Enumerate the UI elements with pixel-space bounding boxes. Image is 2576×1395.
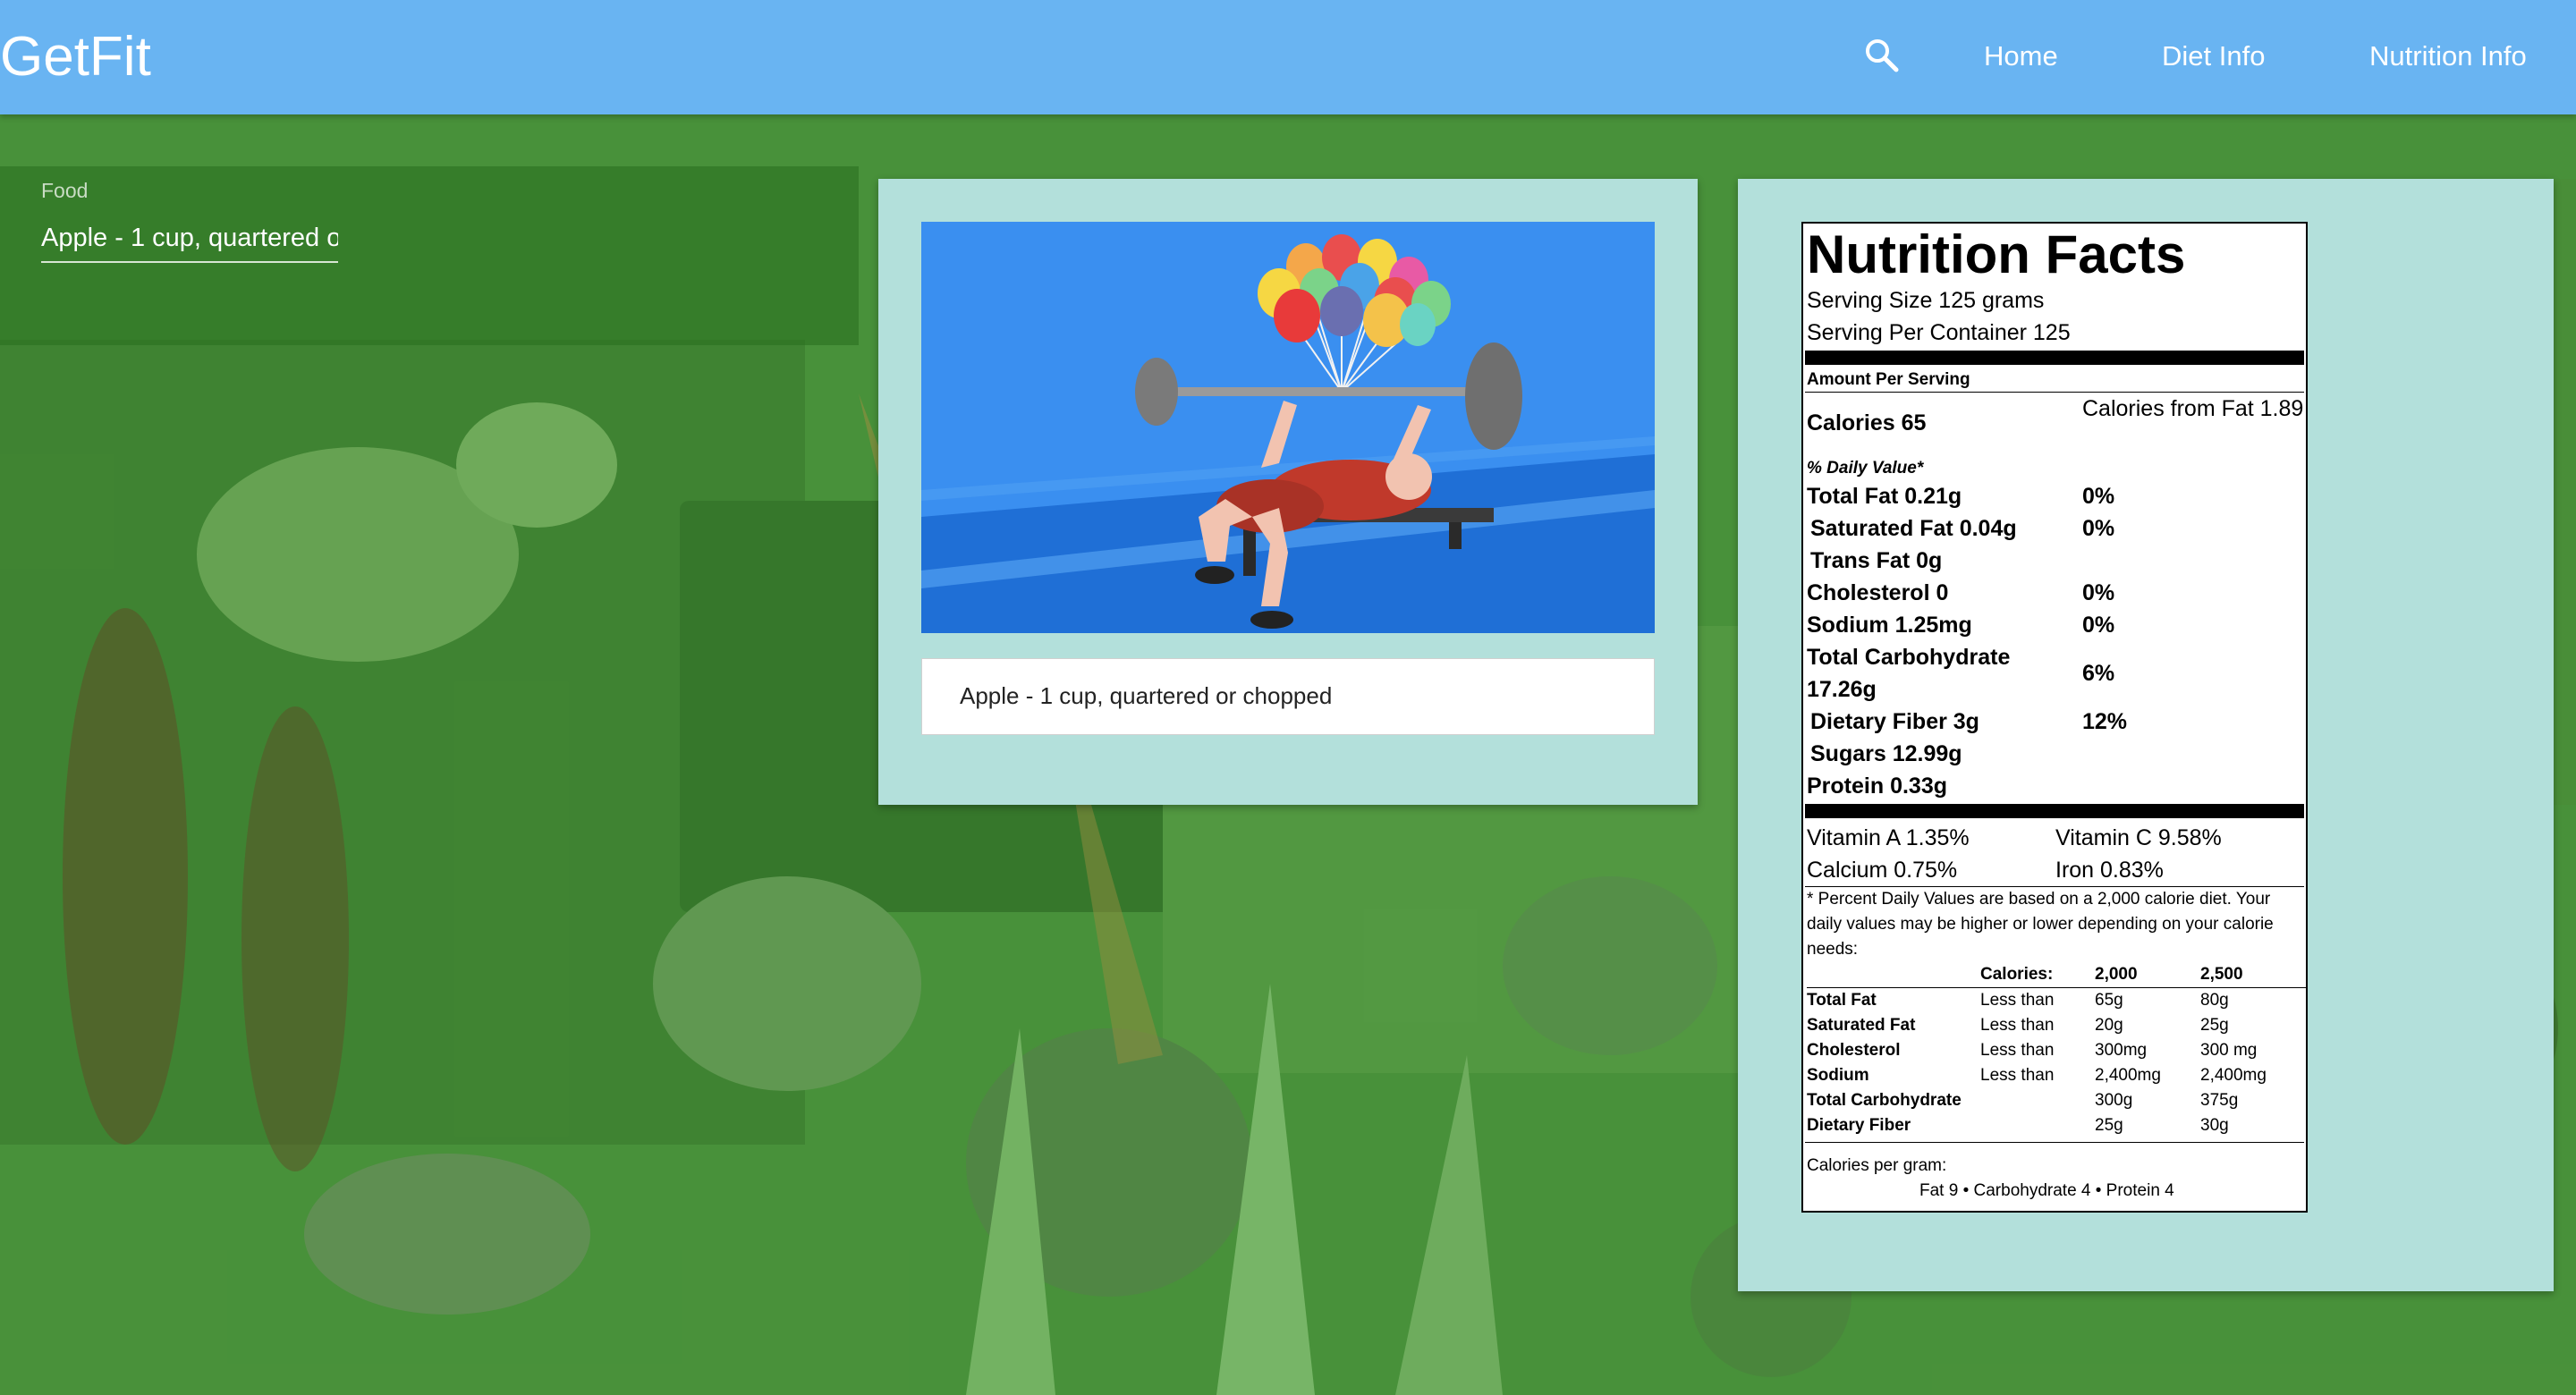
table-cell: Less than [1980, 1066, 2055, 1085]
nutrition-facts-label: Nutrition Facts Serving Size 125 grams S… [1801, 222, 2308, 1213]
divider-thick [1805, 351, 2304, 365]
nutrient-daily-value: 0% [2082, 516, 2115, 541]
food-caption-box: Apple - 1 cup, quartered or chopped [921, 658, 1655, 735]
divider-thin [1805, 1142, 2304, 1143]
table-row: Sodium Less than 2,400mg 2,400mg [1807, 1063, 2308, 1088]
vitamin-a: Vitamin A 1.35% [1807, 825, 1970, 850]
table-row: Total Carbohydrate 300g 375g [1807, 1088, 2308, 1113]
daily-value-footnote: * Percent Daily Values are based on a 2,… [1807, 890, 2274, 959]
nutrient-name: Cholesterol 0 [1807, 580, 1949, 605]
divider-thick [1805, 804, 2304, 818]
table-header-cell: 2,500 [2200, 962, 2308, 988]
vitamins-section: Vitamin A 1.35% Vitamin C 9.58% Calcium … [1805, 822, 2304, 886]
search-icon[interactable] [1862, 36, 1902, 75]
nutrient-name: Sugars 12.99g [1810, 741, 1962, 766]
nutrient-name: Sodium 1.25mg [1807, 613, 1972, 638]
nutrient-daily-value: 0% [2082, 613, 2115, 638]
table-cell: 25g [2095, 1116, 2123, 1135]
table-cell: Saturated Fat [1807, 1016, 1916, 1035]
table-cell: Dietary Fiber [1807, 1116, 1911, 1135]
nav-link-home[interactable]: Home [1984, 36, 2058, 77]
nutrient-row: Sugars 12.99g [1805, 738, 2304, 770]
table-cell: 2,400mg [2095, 1066, 2161, 1085]
food-search-panel: Food [0, 166, 859, 345]
nutrient-row: Sodium 1.25mg 0% [1805, 609, 2304, 641]
vitamin-c: Vitamin C 9.58% [2055, 825, 2222, 850]
daily-value-header: % Daily Value* [1807, 459, 1924, 478]
table-cell: 30g [2200, 1116, 2229, 1135]
serving-size: Serving Size 125 grams [1807, 288, 2045, 313]
table-cell: 300g [2095, 1091, 2133, 1110]
table-cell: Less than [1980, 1016, 2055, 1035]
table-cell: 25g [2200, 1016, 2229, 1035]
nutrient-name: Total Fat 0.21g [1807, 484, 1962, 509]
calcium: Calcium 0.75% [1807, 858, 1958, 883]
daily-values-table: Calories: 2,000 2,500 Total Fat Less tha… [1807, 962, 2308, 1138]
nutrient-name: Protein 0.33g [1807, 774, 1947, 799]
table-cell: Cholesterol [1807, 1041, 1901, 1060]
table-cell: 20g [2095, 1016, 2123, 1035]
table-row: Total Fat Less than 65g 80g [1807, 988, 2308, 1014]
nutrient-name: Dietary Fiber 3g [1810, 709, 1979, 734]
table-cell: Total Carbohydrate [1807, 1091, 1962, 1110]
brand-logo[interactable]: GetFit [0, 21, 151, 93]
table-cell: Less than [1980, 991, 2055, 1010]
nutrient-daily-value: 12% [2082, 709, 2128, 734]
calories-from-fat: Calories from Fat 1.89 [2082, 396, 2304, 421]
table-cell: Less than [1980, 1041, 2055, 1060]
table-row: Dietary Fiber 25g 30g [1807, 1113, 2308, 1138]
table-cell: Total Fat [1807, 991, 1877, 1010]
weightlifter-illustration [921, 222, 1655, 633]
nutrient-name: Saturated Fat 0.04g [1810, 516, 2017, 541]
table-cell: 65g [2095, 991, 2123, 1010]
nutrient-row: Saturated Fat 0.04g 0% [1805, 512, 2304, 545]
nutrient-row: Total Fat 0.21g 0% [1805, 480, 2304, 512]
calories-row: Calories 65 Calories from Fat 1.89 [1805, 393, 2304, 457]
table-row: Cholesterol Less than 300mg 300 mg [1807, 1038, 2308, 1063]
table-header-row: Calories: 2,000 2,500 [1807, 962, 2308, 988]
nutrient-row: Cholesterol 0 0% [1805, 577, 2304, 609]
nutrient-daily-value: 6% [2082, 661, 2115, 686]
food-field-label: Food [41, 179, 89, 202]
calories-per-gram-label: Calories per gram: [1807, 1156, 1947, 1175]
nutrient-daily-value: 0% [2082, 580, 2115, 605]
nutrient-row: Protein 0.33g [1805, 770, 2304, 802]
nutrient-name: Trans Fat 0g [1810, 548, 1943, 573]
nutrient-row: Trans Fat 0g [1805, 545, 2304, 577]
table-cell: 300 mg [2200, 1041, 2258, 1060]
nutrient-row: Dietary Fiber 3g 12% [1805, 706, 2304, 738]
amount-per-serving: Amount Per Serving [1807, 370, 1970, 389]
servings-per-container: Serving Per Container 125 [1807, 320, 2071, 345]
top-navigation-bar: GetFit Home Diet Info Nutrition Info [0, 0, 2576, 114]
iron: Iron 0.83% [2055, 858, 2164, 883]
nav-link-diet-info[interactable]: Diet Info [2162, 36, 2265, 77]
table-row: Saturated Fat Less than 20g 25g [1807, 1013, 2308, 1038]
food-card: Apple - 1 cup, quartered or chopped [878, 179, 1698, 805]
nutrient-name: Total Carbohydrate 17.26g [1807, 645, 2011, 702]
nutrition-card: Nutrition Facts Serving Size 125 grams S… [1738, 179, 2554, 1291]
food-caption-text: Apple - 1 cup, quartered or chopped [960, 682, 1333, 709]
table-cell: 80g [2200, 991, 2229, 1010]
table-cell: 2,400mg [2200, 1066, 2267, 1085]
nav-link-nutrition-info[interactable]: Nutrition Info [2369, 36, 2527, 77]
nutrition-facts-title: Nutrition Facts [1807, 224, 2186, 284]
table-header-cell: Calories: [1980, 962, 2095, 988]
table-cell: 375g [2200, 1091, 2239, 1110]
calories-per-gram-values: Fat 9 • Carbohydrate 4 • Protein 4 [1919, 1181, 2174, 1200]
table-header-cell [1807, 962, 1980, 988]
food-search-input[interactable] [41, 215, 338, 263]
table-cell: Sodium [1807, 1066, 1869, 1085]
nutrient-row: Total Carbohydrate 17.26g 6% [1805, 641, 2304, 706]
table-header-cell: 2,000 [2095, 962, 2200, 988]
nutrient-daily-value: 0% [2082, 484, 2115, 509]
table-cell [1980, 1088, 2095, 1113]
calories-value: Calories 65 [1807, 410, 1927, 435]
table-cell [1980, 1113, 2095, 1138]
table-cell: 300mg [2095, 1041, 2148, 1060]
